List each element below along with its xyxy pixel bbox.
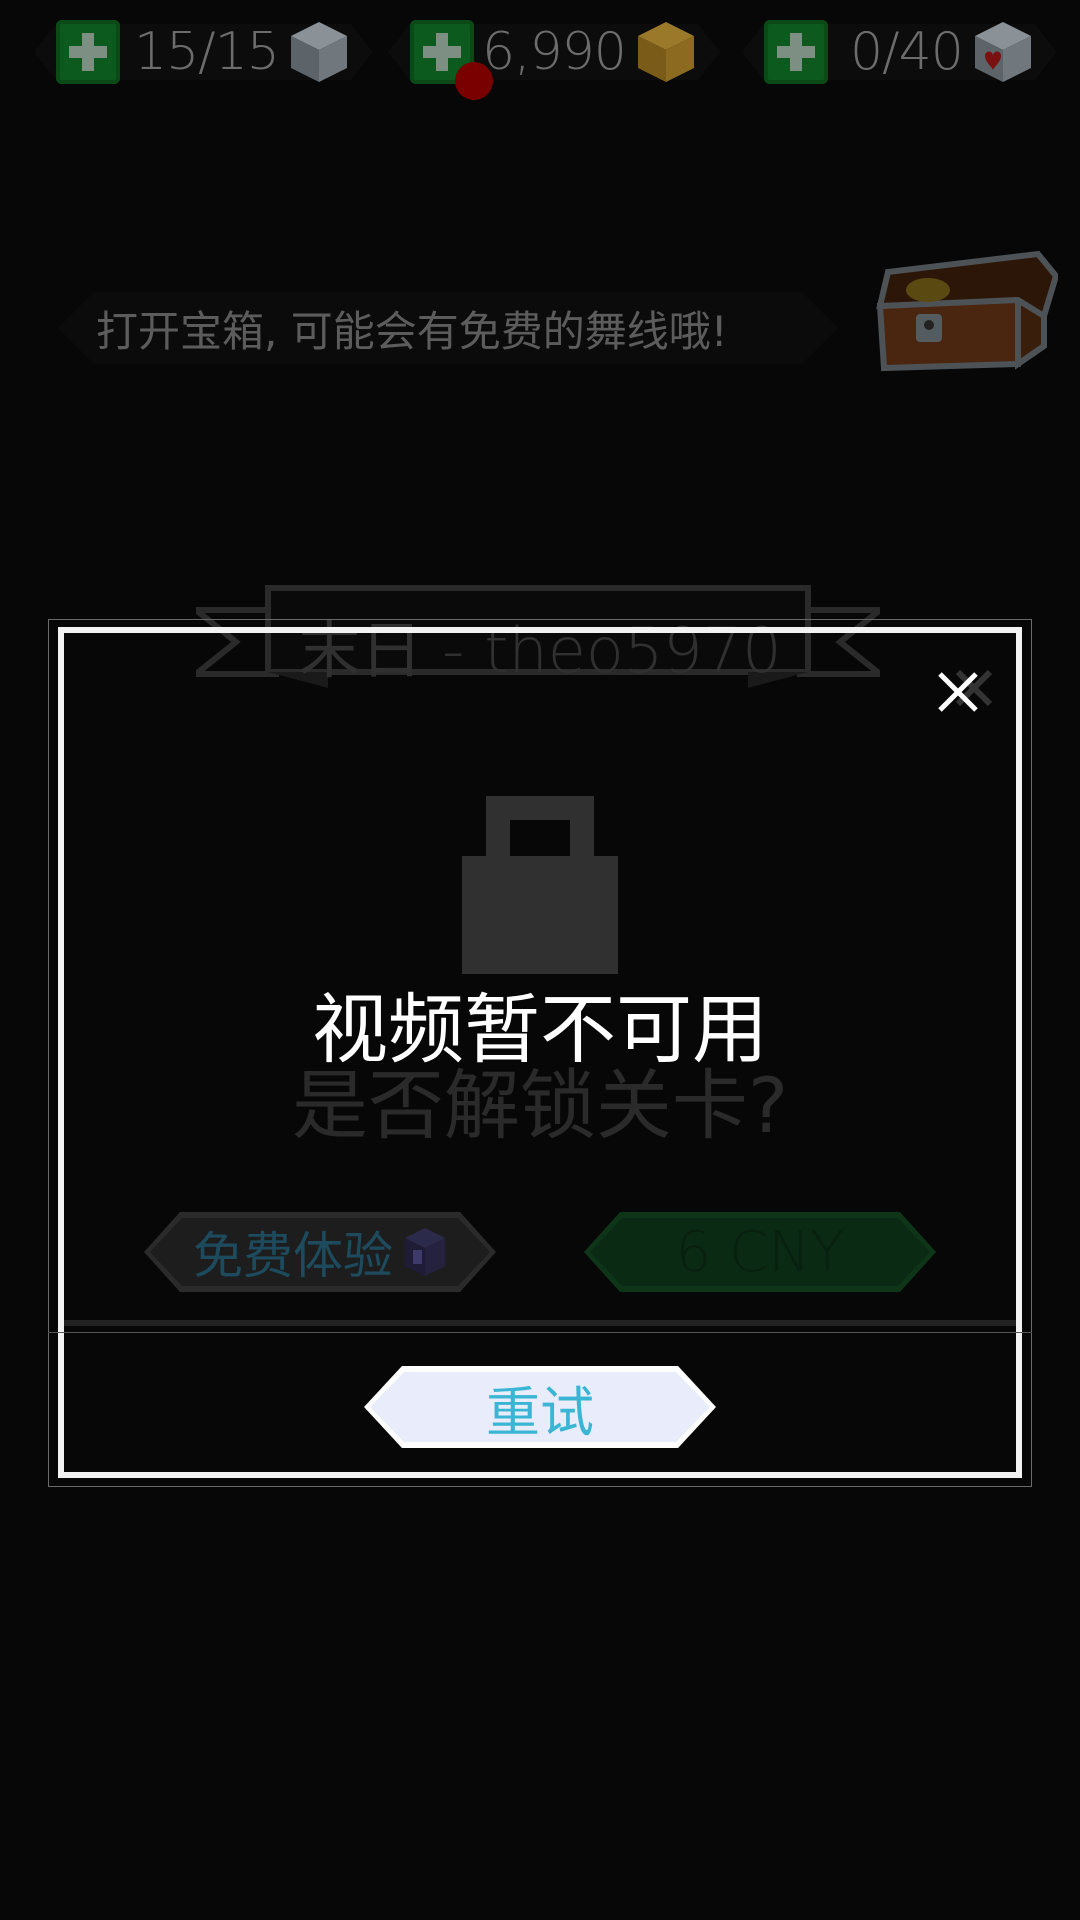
add-hearts-plus-icon[interactable] xyxy=(764,20,828,84)
energy-counter: 15/15 xyxy=(56,12,351,92)
notification-dot xyxy=(455,62,493,100)
retry-label: 重试 xyxy=(486,1380,594,1444)
dialog-footer-line xyxy=(48,1332,1032,1333)
lock-icon xyxy=(462,796,618,974)
gem-value: 6,990 xyxy=(482,22,627,82)
free-trial-label: 免费体验 xyxy=(193,1227,393,1285)
energy-value: 15/15 xyxy=(134,22,280,82)
price-label: 6 CNY xyxy=(675,1219,845,1285)
dialog-subtitle: 是否解锁关卡? xyxy=(291,1061,789,1150)
retry-button[interactable]: 重试 xyxy=(364,1366,716,1448)
gold-cube-icon xyxy=(637,22,694,82)
treasure-chest-icon[interactable] xyxy=(868,246,1058,376)
heart-value: 0/40 xyxy=(850,22,964,82)
heart-cube-icon xyxy=(974,22,1031,82)
gem-counter: 6,990 xyxy=(410,12,698,92)
close-icon[interactable] xyxy=(934,668,982,716)
free-trial-button[interactable]: 免费体验 xyxy=(144,1212,496,1292)
hint-text: 打开宝箱, 可能会有免费的舞线哦! xyxy=(96,307,728,356)
dialog-divider xyxy=(64,1320,1016,1326)
purchase-button[interactable]: 6 CNY xyxy=(584,1212,936,1292)
heart-counter: 0/40 xyxy=(764,12,1035,92)
silver-cube-icon xyxy=(290,22,347,82)
purple-cube-icon xyxy=(403,1226,447,1278)
add-energy-plus-icon[interactable] xyxy=(56,20,120,84)
